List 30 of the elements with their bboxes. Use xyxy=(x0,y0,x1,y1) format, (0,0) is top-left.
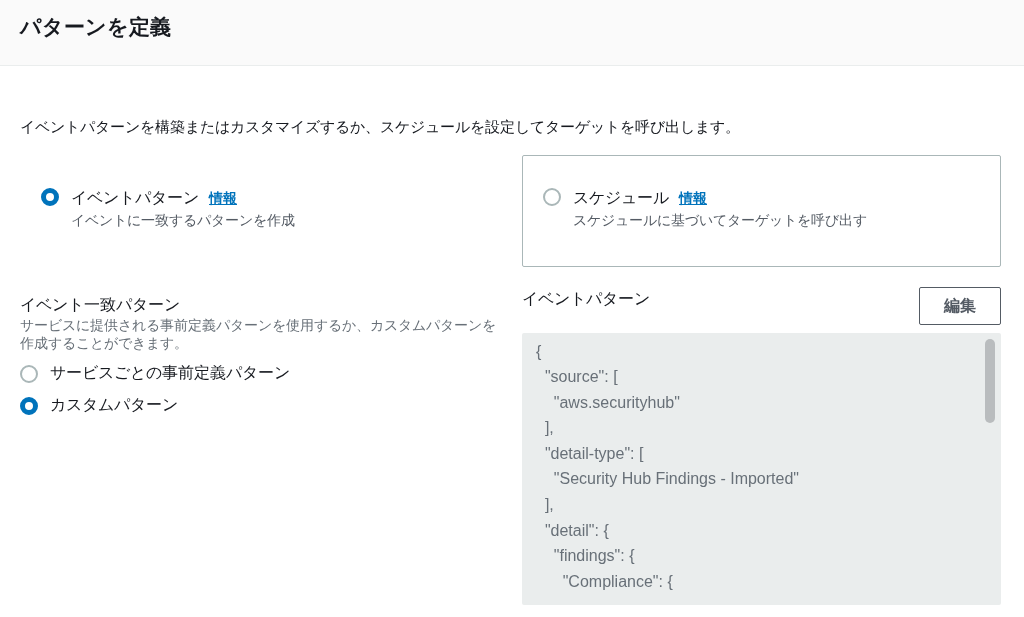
code-line: ], xyxy=(543,418,555,439)
option-label[interactable]: スケジュール xyxy=(573,188,669,206)
radio-button[interactable] xyxy=(20,396,38,415)
code-line: ], xyxy=(543,495,555,516)
code-line: "Compliance": { xyxy=(561,571,674,592)
code-line: "source": [ xyxy=(543,367,619,388)
radio-button[interactable] xyxy=(543,187,561,206)
radio-button[interactable] xyxy=(41,187,59,206)
code-line: "detail": { xyxy=(543,520,610,541)
section-hint: サービスに提供される事前定義パターンを使用するか、カスタムパターンを作成することができます。 xyxy=(20,316,497,353)
option-hint: スケジュールに基づいてターゲットを呼び出す xyxy=(573,210,867,230)
scrollbar-thumb[interactable] xyxy=(985,338,995,423)
info-link[interactable]: 情報 xyxy=(679,189,707,206)
radio-button[interactable] xyxy=(20,364,38,383)
code-line: "detail-type": [ xyxy=(543,443,645,464)
code-line: "Security Hub Findings - Imported" xyxy=(552,469,800,490)
option-label[interactable]: イベントパターン xyxy=(71,188,199,206)
section-title: イベントパターン xyxy=(522,288,650,309)
section-title: イベント一致パターン xyxy=(20,294,181,315)
code-editor[interactable]: { "source": [ "aws.securityhub" ], "detail-type": [ "Security Hub Findings - Imported" ], "detail": { "findings": { "Compliance": { xyxy=(522,332,1001,605)
edit-button[interactable]: 編集 xyxy=(919,286,1001,325)
page-title: パターンを定義 xyxy=(20,14,172,40)
code-line: "findings": { xyxy=(552,546,636,567)
description-text: イベントパターンを構築またはカスタマイズするか、スケジュールを設定してターゲットを呼び出します。 xyxy=(19,117,741,137)
code-line: "aws.securityhub" xyxy=(552,392,681,413)
code-line: { xyxy=(536,341,543,362)
option-hint: イベントに一致するパターンを作成 xyxy=(71,210,295,230)
info-link[interactable]: 情報 xyxy=(209,189,237,206)
option-label[interactable]: カスタムパターン xyxy=(50,392,178,417)
option-label[interactable]: サービスごとの事前定義パターン xyxy=(50,360,290,385)
